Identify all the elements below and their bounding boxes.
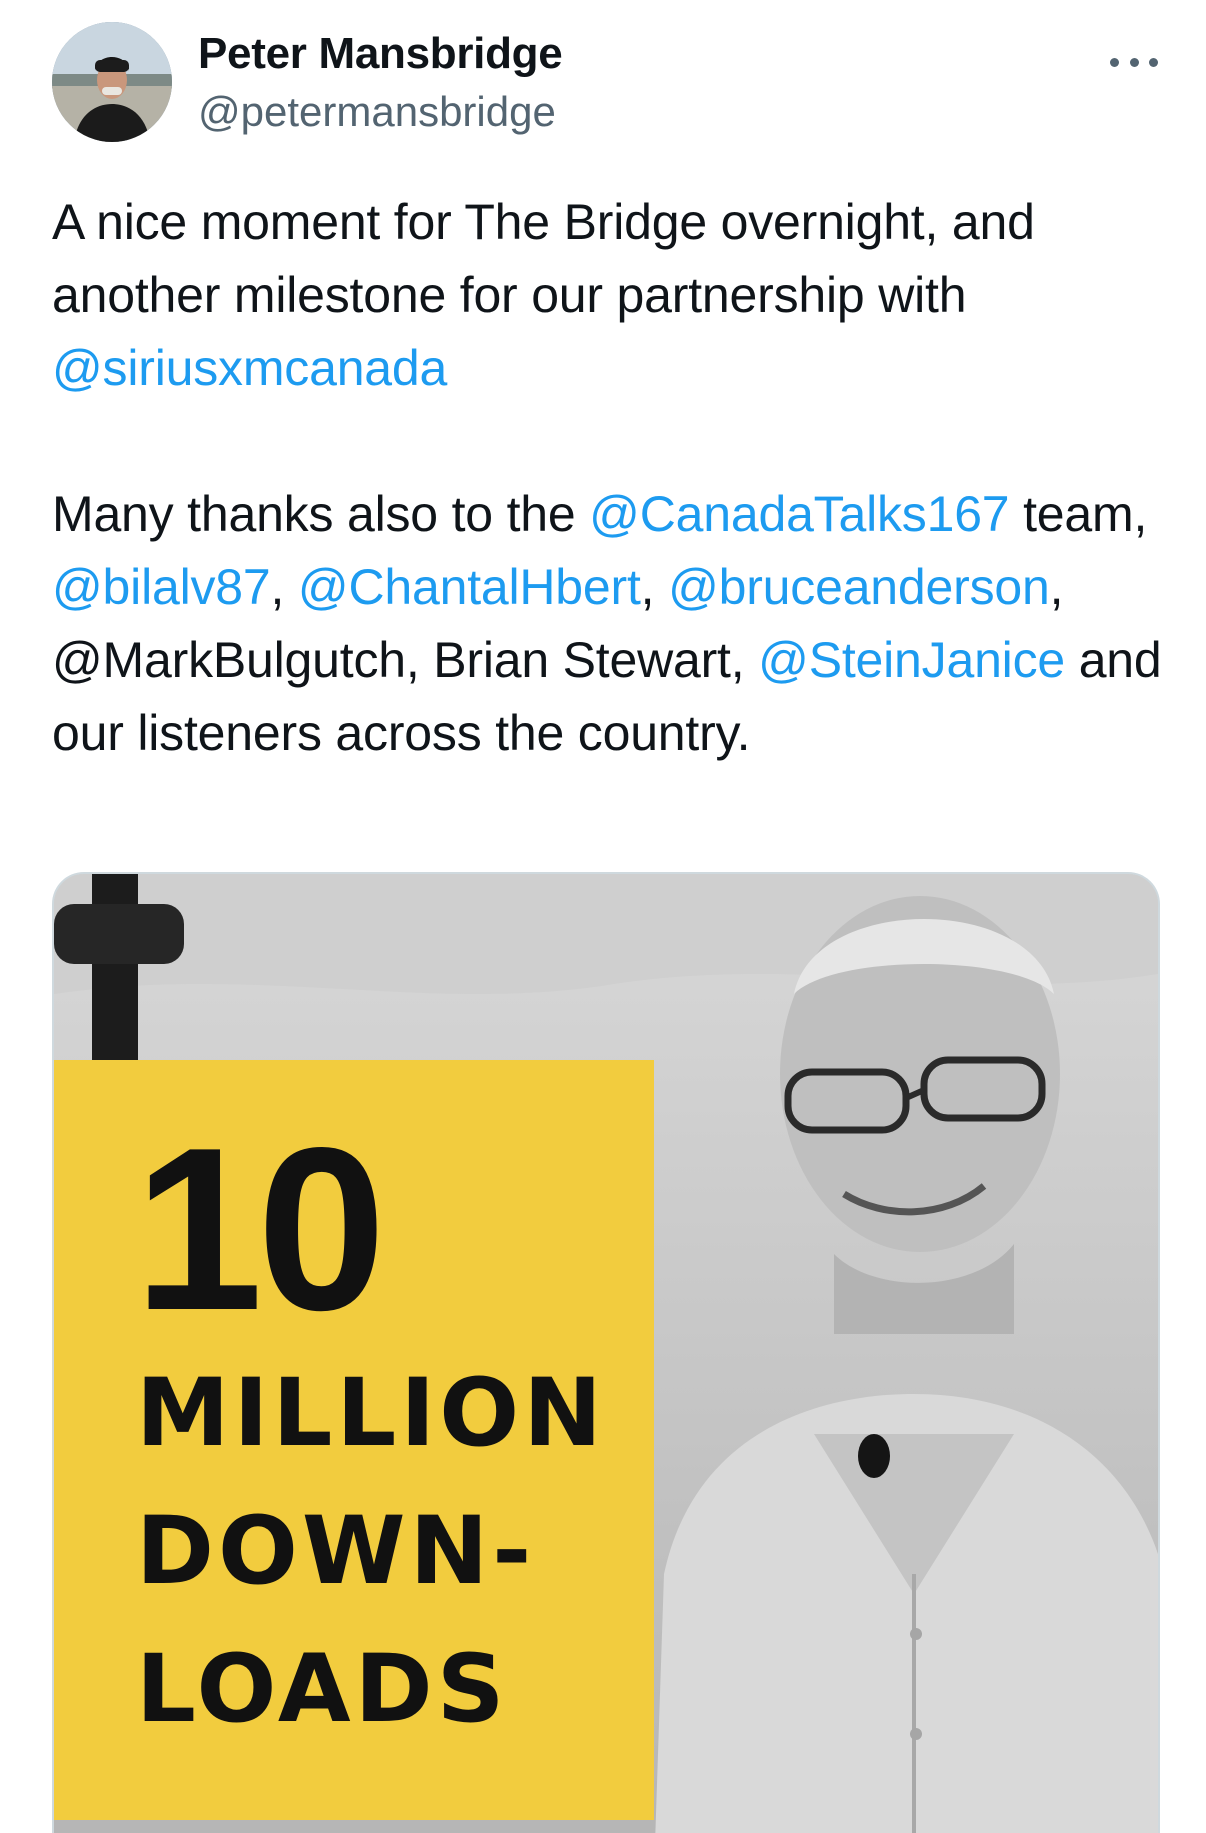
promo-line-down: DOWN-	[136, 1497, 536, 1606]
tweet-text-segment: ,	[270, 559, 298, 615]
mention-bilalv87[interactable]: @bilalv87	[52, 559, 271, 615]
tweet-media-image[interactable]: 10 MILLION DOWN- LOADS	[52, 872, 1160, 1833]
mention-chantalhbert[interactable]: @ChantalHbert	[298, 559, 641, 615]
tweet: Peter Mansbridge @petermansbridge A nice…	[0, 0, 1206, 1833]
promo-line-loads: LOADS	[136, 1635, 509, 1744]
tweet-text: A nice moment for The Bridge overnight, …	[52, 186, 1172, 770]
tweet-paragraph-1: A nice moment for The Bridge overnight, …	[52, 186, 1172, 405]
mention-steinjanice[interactable]: @SteinJanice	[758, 632, 1065, 688]
more-dot	[1110, 57, 1119, 67]
more-dot	[1129, 57, 1139, 67]
mention-canadatalks167[interactable]: @CanadaTalks167	[589, 486, 1009, 542]
tweet-text-segment: Many thanks also to the	[52, 486, 590, 542]
tweet-header: Peter Mansbridge @petermansbridge	[52, 22, 1162, 146]
author-names: Peter Mansbridge @petermansbridge	[198, 26, 563, 140]
author-display-name[interactable]: Peter Mansbridge	[198, 26, 563, 82]
more-options-icon[interactable]	[1110, 50, 1158, 74]
tweet-text-segment: ,	[640, 559, 669, 615]
author-avatar[interactable]	[52, 22, 172, 142]
tweet-paragraph-2: Many thanks also to the @CanadaTalks167 …	[52, 478, 1172, 770]
author-handle[interactable]: @petermansbridge	[198, 84, 562, 140]
promo-number: 10	[134, 1100, 386, 1359]
tweet-text-segment: team,	[1009, 486, 1148, 542]
more-dot	[1149, 57, 1158, 67]
promo-line-million: MILLION	[136, 1359, 606, 1468]
tweet-text-segment: A nice moment for The Bridge overnight, …	[52, 194, 1035, 323]
mention-bruceanderson[interactable]: @bruceanderson	[668, 559, 1050, 615]
mention-siriusxmcanada[interactable]: @siriusxmcanada	[52, 340, 447, 396]
